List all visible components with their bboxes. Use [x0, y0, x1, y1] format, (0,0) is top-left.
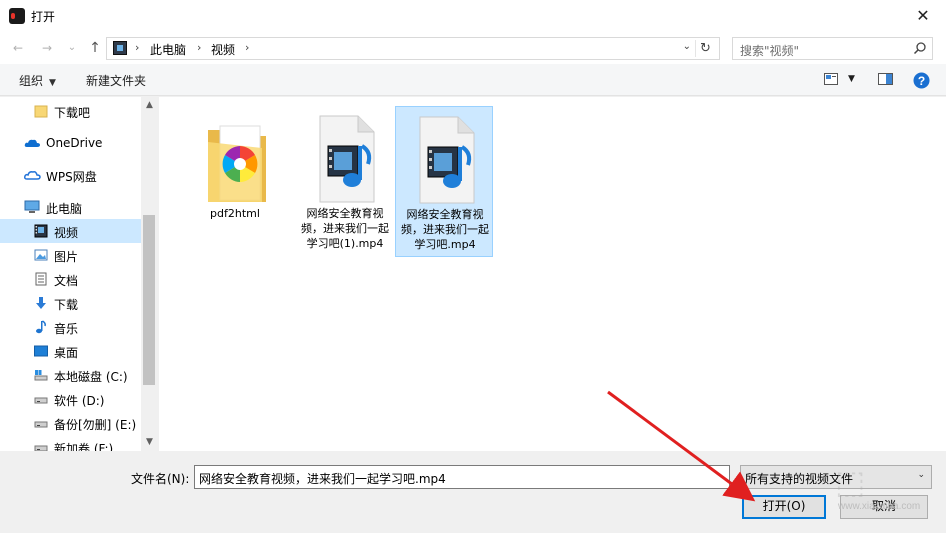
file-item[interactable]: 网络安全教育视频，进来我们一起学习吧(1).mp4 — [296, 106, 394, 257]
sidebar-item-desktop[interactable]: 桌面 — [0, 339, 141, 363]
sidebar-item-label: 文档 — [54, 274, 79, 288]
sidebar-item-downloads[interactable]: 下载 — [0, 291, 141, 315]
sidebar-item-label: 新加卷 (F:) — [54, 442, 114, 451]
sidebar-item-drive-e[interactable]: 备份[勿删] (E:) — [0, 411, 141, 435]
pictures-icon — [34, 249, 48, 261]
filename-field[interactable]: 网络安全教育视频，进来我们一起学习吧.mp4 — [194, 465, 730, 489]
caret-down-icon: ▼ — [49, 78, 56, 88]
breadcrumb-separator[interactable]: › — [135, 41, 139, 54]
sidebar-item-label: OneDrive — [46, 136, 103, 150]
bottom-bar: 文件名(N): 网络安全教育视频，进来我们一起学习吧.mp4 所有支持的视频文件… — [0, 451, 946, 533]
open-button[interactable]: 打开(O) — [742, 495, 826, 519]
file-item-selected[interactable]: 网络安全教育视频，进来我们一起学习吧.mp4 — [395, 106, 493, 257]
chevron-down-icon: ⌄ — [917, 470, 925, 480]
drive-icon — [34, 421, 48, 428]
sidebar-item-onedrive[interactable]: OneDrive — [0, 131, 141, 155]
sidebar-item-label: 图片 — [54, 250, 79, 264]
sidebar-item-label: 下载吧 — [54, 106, 91, 120]
sidebar-item-wps-cloud[interactable]: WPS网盘 — [0, 163, 141, 187]
refresh-button[interactable]: ↻ — [695, 40, 715, 57]
sidebar-item-label: 音乐 — [54, 322, 79, 336]
sidebar-item-label: 软件 (D:) — [54, 394, 105, 408]
documents-icon — [35, 272, 47, 286]
folder-icon — [34, 105, 48, 118]
folder-icon — [208, 125, 266, 202]
file-item[interactable]: pdf2html — [186, 106, 284, 257]
video-library-icon — [113, 41, 127, 55]
new-folder-button[interactable]: 新建文件夹 — [86, 72, 146, 89]
sidebar-item-documents[interactable]: 文档 — [0, 267, 141, 291]
scroll-thumb[interactable] — [143, 215, 155, 385]
help-icon[interactable]: ? — [913, 72, 930, 89]
sidebar-item-drive-d[interactable]: 软件 (D:) — [0, 387, 141, 411]
app-icon — [9, 8, 25, 24]
preview-pane-icon[interactable] — [878, 73, 893, 85]
breadcrumb-videos[interactable]: 视频 — [211, 41, 235, 58]
desktop-icon — [34, 345, 48, 357]
file-name: 网络安全教育视频，进来我们一起学习吧.mp4 — [401, 208, 489, 251]
sidebar-item-label: 此电脑 — [46, 202, 83, 216]
sidebar-item-label: 桌面 — [54, 346, 79, 360]
sidebar-item-drive-c[interactable]: 本地磁盘 (C:) — [0, 363, 141, 387]
sidebar-item-label: WPS网盘 — [46, 170, 97, 184]
sidebar-item-this-pc[interactable]: 此电脑 — [0, 195, 141, 219]
sidebar-item-pictures[interactable]: 图片 — [0, 243, 141, 267]
watermark-text: www.xiazaiba.com — [838, 501, 921, 512]
view-mode-icon[interactable] — [824, 73, 838, 85]
sidebar-item-label: 备份[勿删] (E:) — [54, 418, 137, 432]
breadcrumb-this-pc[interactable]: 此电脑 — [150, 41, 186, 58]
drive-icon — [34, 445, 48, 451]
filename-label: 文件名(N): — [131, 472, 190, 486]
help-glyph: ? — [918, 74, 925, 88]
close-button[interactable]: ✕ — [900, 0, 946, 32]
search-input[interactable]: 搜索"视频" — [740, 42, 799, 59]
sidebar-item-label: 视频 — [54, 226, 79, 240]
command-toolbar: 组织 ▼ 新建文件夹 ▼ ? — [0, 64, 946, 96]
wps-cloud-icon — [24, 171, 41, 180]
sidebar-item-xiazaiba[interactable]: 下载吧 — [0, 99, 141, 123]
video-folder-icon — [34, 224, 48, 238]
organize-button[interactable]: 组织 ▼ — [19, 72, 56, 89]
drive-icon — [34, 397, 48, 404]
recent-locations-button[interactable]: ⌄ — [64, 40, 80, 56]
download-icon — [36, 297, 46, 309]
sidebar-item-videos[interactable]: 视频 — [0, 219, 141, 243]
sidebar-item-label: 本地磁盘 (C:) — [54, 370, 128, 384]
window-title: 打开 — [31, 10, 56, 24]
view-options-dropdown[interactable]: ▼ — [848, 74, 855, 84]
file-name: 网络安全教育视频，进来我们一起学习吧(1).mp4 — [301, 207, 389, 250]
system-drive-icon — [34, 370, 48, 381]
address-row: ← → ⌄ ↑ › 此电脑 › 视频 › ⌄ ↻ 搜索"视频" — [0, 32, 946, 64]
video-file-icon — [319, 115, 375, 203]
sidebar-item-music[interactable]: 音乐 — [0, 315, 141, 339]
sidebar-scrollbar[interactable]: ▲ ▼ — [141, 97, 158, 451]
scroll-up-button[interactable]: ▲ — [141, 97, 158, 114]
navigation-pane: 下载吧 OneDrive WPS网盘 此电脑 视频 图片 文档 下载 音乐 桌面… — [0, 97, 158, 451]
file-list: pdf2html 网络安全教育视频，进来我们一起学习吧(1).mp4 网络安全教 — [159, 97, 946, 451]
watermark-logo: ⬚ — [835, 463, 865, 501]
music-icon — [36, 320, 46, 334]
sidebar-item-label: 下载 — [54, 298, 79, 312]
search-icon[interactable] — [913, 41, 927, 55]
sidebar-item-drive-f[interactable]: 新加卷 (F:) — [0, 435, 141, 451]
title-bar: 打开 ✕ — [0, 0, 946, 32]
scroll-down-button[interactable]: ▼ — [141, 434, 158, 451]
cloud-icon — [24, 139, 40, 147]
file-name: pdf2html — [210, 207, 260, 220]
forward-button[interactable]: → — [39, 40, 55, 56]
computer-icon — [24, 200, 40, 213]
organize-label: 组织 — [19, 74, 44, 88]
photo-app-icon — [222, 146, 258, 182]
address-dropdown-button[interactable]: ⌄ — [683, 41, 691, 52]
up-button[interactable]: ↑ — [87, 40, 103, 56]
address-bar[interactable]: › 此电脑 › 视频 › ⌄ ↻ — [106, 37, 720, 60]
video-file-icon — [419, 116, 475, 204]
back-button[interactable]: ← — [10, 40, 26, 56]
search-box[interactable]: 搜索"视频" — [732, 37, 933, 60]
breadcrumb-separator[interactable]: › — [245, 41, 249, 54]
breadcrumb-separator[interactable]: › — [197, 41, 201, 54]
